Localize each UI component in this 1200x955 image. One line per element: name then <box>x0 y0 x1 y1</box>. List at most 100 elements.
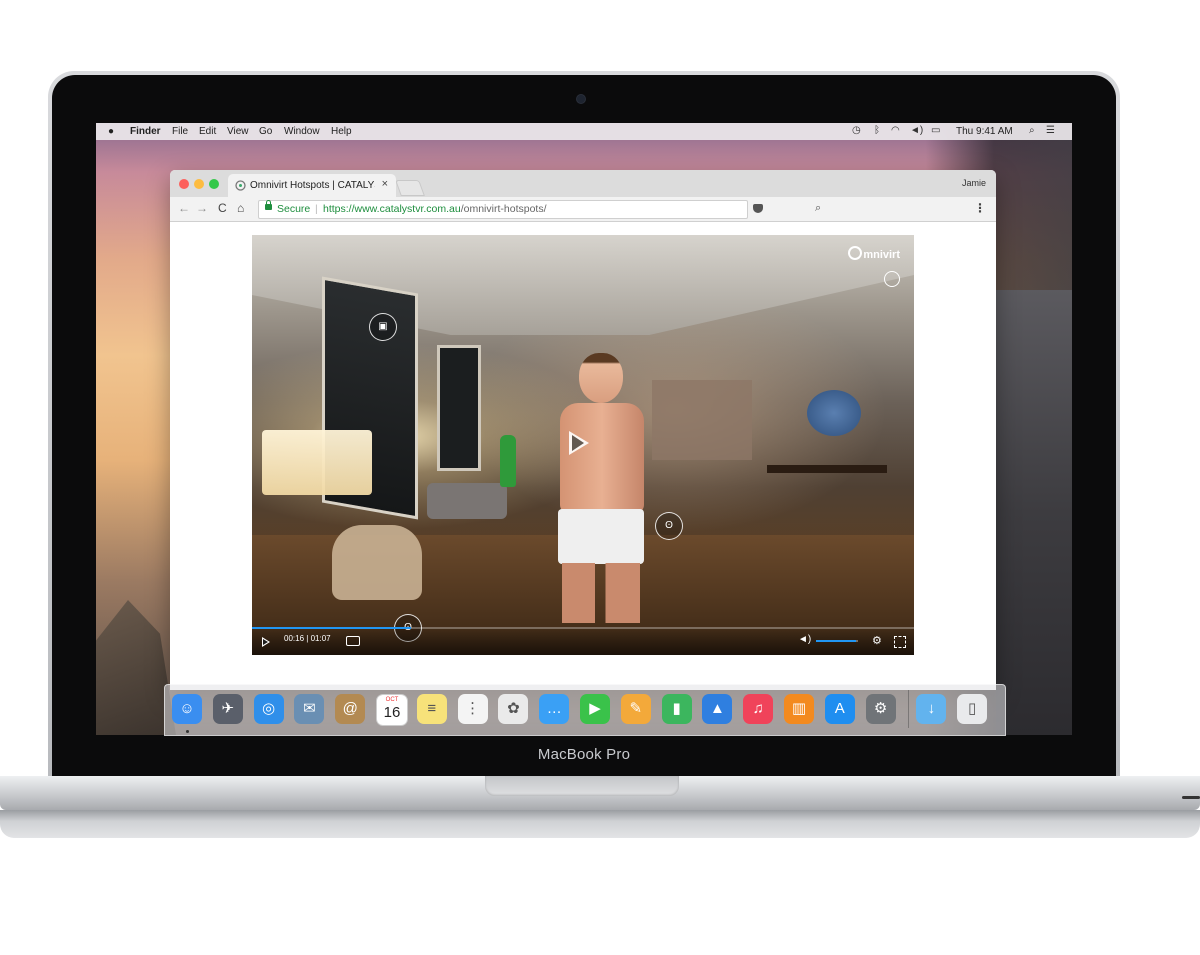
vr-headset-icon[interactable] <box>346 636 360 646</box>
time-total: 01:07 <box>310 634 331 643</box>
secure-label: Secure <box>277 203 311 215</box>
mail-stamp-icon-glyph: ✉ <box>303 700 316 717</box>
downloads-folder-icon-glyph: ↓ <box>927 700 936 717</box>
volume-level <box>816 640 856 642</box>
hotspot-walk-icon[interactable]: ʘ <box>655 512 683 540</box>
menu-app-name[interactable]: Finder <box>130 126 161 137</box>
wallpaper-rock-right <box>996 290 1072 735</box>
trash-icon[interactable]: ▯ <box>957 694 988 724</box>
notes-icon[interactable]: ≡ <box>416 694 447 724</box>
menu-edit[interactable]: Edit <box>199 126 216 137</box>
system-preferences-icon[interactable]: ⚙ <box>865 694 896 724</box>
contacts-icon[interactable]: @ <box>335 694 366 724</box>
play-button-icon[interactable] <box>262 637 270 647</box>
launchpad-icon[interactable]: ✈ <box>212 694 243 724</box>
scene-brick-wall <box>652 380 752 460</box>
close-window-button[interactable] <box>179 179 189 189</box>
url-divider: | <box>315 203 318 215</box>
browser-menu-icon[interactable]: ⋮ <box>974 201 986 215</box>
ibooks-icon-glyph: ▥ <box>791 700 807 717</box>
laptop-opening-notch <box>485 776 679 796</box>
scene-table <box>767 465 887 473</box>
itunes-icon[interactable]: ♫ <box>743 694 774 724</box>
minimize-window-button[interactable] <box>194 179 204 189</box>
reload-icon[interactable]: C <box>218 201 227 215</box>
calendar-icon[interactable]: OCT 16 <box>376 694 408 726</box>
notification-center-icon[interactable]: ☰ <box>1046 125 1055 136</box>
person-head <box>579 353 623 403</box>
wifi-icon[interactable]: ◠ <box>891 125 900 136</box>
time-machine-icon[interactable]: ◷ <box>852 125 861 136</box>
contacts-icon-glyph: @ <box>342 700 358 717</box>
person-shorts <box>558 509 644 564</box>
url-path: /omnivirt-hotspots/ <box>460 203 547 215</box>
dock-separator <box>908 690 909 728</box>
keynote-icon[interactable]: ▲ <box>702 694 733 724</box>
messages-icon[interactable]: … <box>539 694 570 724</box>
volume-control-icon[interactable]: ◄) <box>798 634 811 645</box>
back-icon[interactable]: ← <box>178 201 190 215</box>
menu-help[interactable]: Help <box>331 126 352 137</box>
bluetooth-icon[interactable]: ᛒ <box>874 125 880 136</box>
menu-bar: ● Finder File Edit View Go Window Help ◷… <box>96 123 1072 140</box>
scene-bottle <box>500 435 516 487</box>
progress-bar[interactable] <box>252 627 914 629</box>
tab-active[interactable]: Omnivirt Hotspots | CATALYST × <box>228 174 396 197</box>
scene-sofa <box>427 483 507 519</box>
settings-gear-icon[interactable]: ⚙ <box>872 634 882 647</box>
safari-icon[interactable]: ◎ <box>253 694 284 724</box>
tab-close-icon[interactable]: × <box>382 178 388 190</box>
fullscreen-icon[interactable] <box>894 636 906 648</box>
zoom-window-button[interactable] <box>209 179 219 189</box>
home-icon[interactable]: ⌂ <box>237 201 244 215</box>
scene-chair <box>332 525 422 600</box>
compass-icon[interactable] <box>884 271 900 287</box>
pages-icon-glyph: ✎ <box>629 700 643 717</box>
play-icon[interactable] <box>569 431 589 455</box>
running-indicator <box>186 730 189 733</box>
system-preferences-icon-glyph: ⚙ <box>873 700 888 717</box>
scene-window-small <box>437 345 481 471</box>
brand-label: MacBook Pro <box>537 746 631 763</box>
app-store-icon[interactable]: A <box>824 694 855 724</box>
photos-icon[interactable]: ✿ <box>498 694 529 724</box>
volume-slider[interactable] <box>816 640 858 642</box>
hotspot-image-icon[interactable]: ▣ <box>369 313 397 341</box>
player-controls: 00:16 | 01:07 ◄) ⚙ <box>252 627 914 655</box>
profile-name[interactable]: Jamie <box>962 178 986 188</box>
video-player[interactable]: ▣ ʘ ʘ mnivirt 00:16 | 01:07 ◄) ⚙ <box>252 235 914 655</box>
reminders-icon[interactable]: ⋮ <box>457 694 488 724</box>
downloads-folder-icon[interactable]: ↓ <box>916 694 947 724</box>
person-torso <box>560 403 644 513</box>
address-bar[interactable]: Secure | https://www.catalystvr.com.au/o… <box>258 200 821 219</box>
safari-icon-glyph: ◎ <box>262 700 276 717</box>
ibooks-icon[interactable]: ▥ <box>784 694 814 724</box>
app-store-icon-glyph: A <box>834 700 845 717</box>
menu-go[interactable]: Go <box>259 126 272 137</box>
new-tab-button[interactable] <box>395 180 425 196</box>
pocket-icon[interactable] <box>753 204 763 213</box>
facetime-icon[interactable]: ▶ <box>580 694 610 724</box>
facetime-icon-glyph: ▶ <box>589 700 601 717</box>
lock-icon <box>265 200 272 210</box>
messages-icon-glyph: … <box>546 700 562 717</box>
progress-fill <box>252 627 411 629</box>
apple-menu-icon[interactable]: ● <box>108 126 114 137</box>
volume-icon[interactable]: ◄) <box>910 125 923 136</box>
forward-icon[interactable]: → <box>196 201 208 215</box>
menu-file[interactable]: File <box>172 126 188 137</box>
search-icon[interactable]: ⌕ <box>815 202 821 215</box>
numbers-icon[interactable]: ▮ <box>661 694 692 724</box>
spotlight-icon[interactable]: ⌕ <box>1029 125 1035 136</box>
menu-view[interactable]: View <box>227 126 249 137</box>
menu-window[interactable]: Window <box>284 126 320 137</box>
mail-stamp-icon[interactable]: ✉ <box>294 694 325 724</box>
scene-person <box>554 353 646 623</box>
battery-icon[interactable]: ▭ <box>931 125 940 136</box>
pages-icon[interactable]: ✎ <box>620 694 651 724</box>
finder-icon[interactable]: ☺ <box>172 694 202 724</box>
scene-lamp <box>262 430 372 495</box>
url-text[interactable]: https://www.catalystvr.com.au/omnivirt-h… <box>323 203 547 215</box>
photos-icon-glyph: ✿ <box>507 700 520 717</box>
menu-clock[interactable]: Thu 9:41 AM <box>956 126 1013 137</box>
